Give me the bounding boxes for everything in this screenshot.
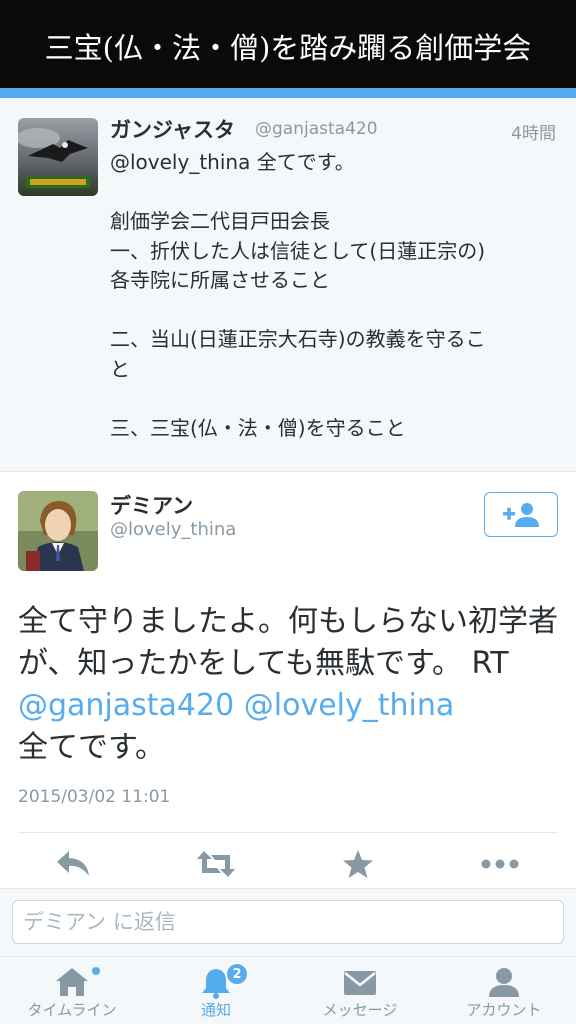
tab-label-messages: メッセージ	[322, 1001, 398, 1019]
follow-person-plus-icon	[503, 502, 539, 527]
follow-button[interactable]	[484, 492, 558, 537]
banner-title: 三宝(仏・法・僧)を踏み躙る創価学会	[44, 31, 532, 65]
person-icon	[489, 968, 519, 997]
image-caption-banner: 三宝(仏・法・僧)を踏み躙る創価学会	[0, 0, 576, 88]
parent-tweet[interactable]: ガンジャスタ @ganjasta420 4時間 @lovely_thina 全て…	[0, 98, 576, 472]
retweet-icon	[197, 851, 235, 877]
parent-tweet-text: @lovely_thina 全てです。 創価学会二代目戸田会長 一、折伏した人は…	[110, 150, 486, 440]
tab-notifications[interactable]: 2 通知	[144, 957, 288, 1024]
notification-badge: 2	[226, 963, 248, 985]
reply-icon	[57, 851, 89, 876]
reply-bar	[0, 888, 576, 956]
mention-link-lovely-thina[interactable]: @lovely_thina	[244, 688, 455, 723]
parent-author-name[interactable]: ガンジャスタ	[110, 114, 235, 144]
author-handle[interactable]: @lovely_thina	[110, 519, 236, 540]
home-icon	[56, 968, 88, 996]
tab-timeline[interactable]: タイムライン	[0, 957, 144, 1024]
tab-label-notifications: 通知	[200, 1001, 231, 1019]
tweet-actions	[0, 840, 576, 888]
portrait-avatar-icon[interactable]	[18, 491, 98, 571]
new-content-dot	[92, 967, 100, 975]
eagle-avatar-icon[interactable]	[18, 118, 98, 196]
tweet-text: 全て守りましたよ。何もしらない初学者が、知ったかをしても無駄です。 RT @ga…	[18, 601, 558, 769]
tab-bar: タイムライン 2 通知 メッセージ アカウント	[0, 956, 576, 1024]
mention-link-ganjasta[interactable]: @ganjasta420	[18, 688, 234, 723]
tweet-text-body: 全て守りましたよ。何もしらない初学者が、知ったかをしても無駄です。 RT	[18, 604, 558, 681]
tab-account[interactable]: アカウント	[432, 957, 576, 1024]
main-tweet: デミアン @lovely_thina 全て守りましたよ。何もしらない初学者が、知…	[0, 473, 576, 833]
star-icon	[343, 850, 373, 878]
tab-messages[interactable]: メッセージ	[288, 957, 432, 1024]
envelope-icon	[344, 971, 376, 995]
favorite-button[interactable]	[336, 846, 380, 882]
retweet-button[interactable]	[194, 846, 238, 882]
author-name[interactable]: デミアン	[110, 490, 193, 520]
parent-timestamp: 4時間	[511, 124, 556, 144]
reply-button[interactable]	[52, 846, 96, 882]
tweet-text-tail: 全てです。	[18, 730, 165, 765]
tab-label-timeline: タイムライン	[27, 1001, 117, 1019]
reply-input[interactable]	[12, 900, 564, 944]
tweet-date: 2015/03/02 11:01	[18, 787, 171, 807]
tab-label-account: アカウント	[466, 1001, 542, 1019]
actions-divider	[18, 832, 558, 833]
nav-bar-strip	[0, 88, 576, 98]
parent-author-handle[interactable]: @ganjasta420	[255, 119, 378, 139]
more-dots-icon	[481, 859, 519, 869]
more-button[interactable]	[478, 846, 522, 882]
